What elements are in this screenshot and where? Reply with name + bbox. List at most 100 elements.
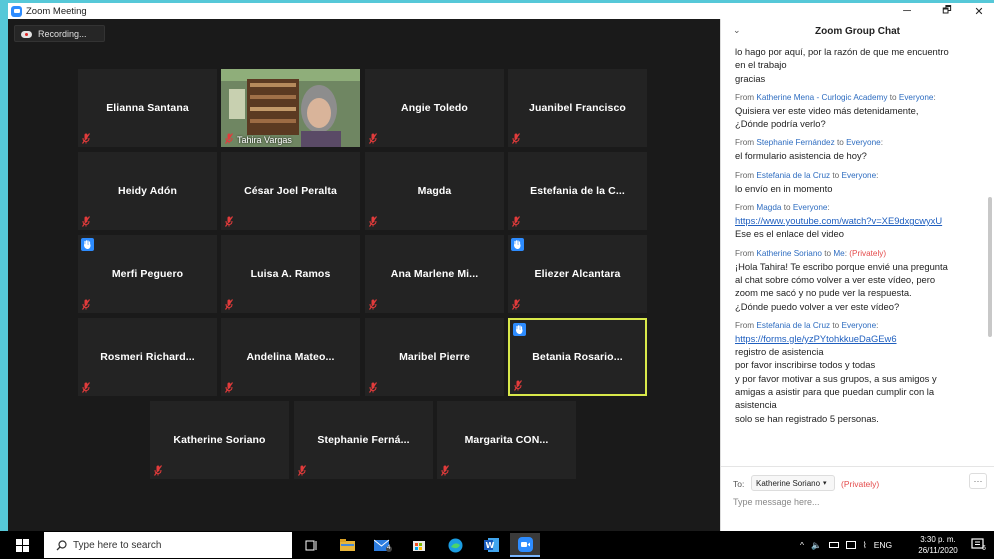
message-recipient: Everyone <box>792 203 828 213</box>
chat-message-list[interactable]: lo hago por aquí, por la razón de que me… <box>721 43 994 463</box>
more-options-button[interactable]: ··· <box>969 473 987 489</box>
muted-mic-icon <box>154 465 162 476</box>
message-text: el formulario asistencia de hoy? <box>735 150 867 162</box>
participant-tile[interactable]: Rosmeri Richard... <box>78 318 217 396</box>
chevron-down-icon[interactable]: ⌄ <box>733 25 741 36</box>
message-link[interactable]: https://forms.gle/yzPYtohkkueDaGEw6 <box>735 332 975 345</box>
participant-tile[interactable]: Margarita CON... <box>437 401 576 479</box>
message-sender[interactable]: Stephanie Fernández <box>756 138 834 147</box>
chevron-up-icon[interactable]: ^ <box>800 540 804 550</box>
message-sender[interactable]: Estefania de la Cruz <box>756 171 830 180</box>
chat-compose: To: Katherine Soriano ▾ (Privately) ··· T… <box>721 466 994 531</box>
message-input[interactable]: Type message here... <box>733 497 973 507</box>
participant-tile[interactable]: Magda <box>365 152 504 230</box>
mail-button[interactable]: 4 <box>368 533 398 557</box>
participant-name: Merfi Peguero <box>111 268 184 280</box>
network-icon[interactable]: ⌇ <box>863 540 867 551</box>
participant-name: Maribel Pierre <box>399 351 470 363</box>
participant-tile[interactable]: Merfi Peguero <box>78 235 217 313</box>
participant-tile[interactable]: César Joel Peralta <box>221 152 360 230</box>
participant-tile[interactable]: Luisa A. Ramos <box>221 235 360 313</box>
participant-tile[interactable]: Katherine Soriano <box>150 401 289 479</box>
to-label: to <box>783 203 791 213</box>
participant-tile[interactable]: Juanibel Francisco <box>508 69 647 147</box>
scroll-thumb[interactable] <box>988 197 992 337</box>
participant-name: Ana Marlene Mi... <box>390 268 479 280</box>
participant-name: Stephanie Ferná... <box>317 434 410 446</box>
gallery-view: Recording... Elianna Santana Tahira Varga… <box>8 19 720 531</box>
recording-indicator[interactable]: Recording... <box>14 25 105 42</box>
message-text: registro de asistencia <box>735 346 824 358</box>
message-meta: From Magda to Everyone: <box>735 203 830 213</box>
message-text: ¡Hola Tahira! Te escribo porque envié un… <box>735 260 948 272</box>
message-meta: From Katherine Soriano to Me: (Privately… <box>735 248 887 258</box>
taskbar-search[interactable]: Type here to search <box>44 532 292 558</box>
participant-tile[interactable]: Maribel Pierre <box>365 318 504 396</box>
participant-tile[interactable]: Stephanie Ferná... <box>294 401 433 479</box>
muted-mic-icon <box>369 133 377 144</box>
participant-tile[interactable]: Betania Rosario... <box>508 318 647 396</box>
file-explorer-button[interactable] <box>332 533 362 557</box>
chevron-down-icon: ▾ <box>823 480 827 487</box>
muted-mic-icon <box>369 299 377 310</box>
muted-mic-icon <box>369 382 377 393</box>
message-sender[interactable]: Katherine Mena - Curlogic Academy <box>756 93 887 102</box>
message-sender[interactable]: Estefania de la Cruz <box>756 321 830 330</box>
chat-message: From Katherine Mena - Curlogic Academy t… <box>735 92 975 131</box>
edge-button[interactable] <box>440 533 470 557</box>
participant-tile[interactable]: Elianna Santana <box>78 69 217 147</box>
message-text: Ese es el enlace del video <box>735 228 844 240</box>
zoom-taskbar-button[interactable] <box>510 533 540 557</box>
start-button[interactable] <box>0 531 44 559</box>
participant-tile[interactable]: Andelina Mateo... <box>221 318 360 396</box>
recipient-select[interactable]: Katherine Soriano ▾ <box>751 475 835 491</box>
from-label: From <box>735 248 755 258</box>
message-text: zoom me sacó y no pude ver la respuesta. <box>735 287 912 299</box>
message-recipient: Everyone <box>841 320 877 330</box>
zoom-app-icon <box>517 536 533 552</box>
maximize-button[interactable]: 🗗 <box>932 3 962 19</box>
message-sender[interactable]: Katherine Soriano <box>756 249 822 258</box>
battery-icon[interactable] <box>828 542 839 548</box>
participant-name: Estefania de la C... <box>530 185 625 197</box>
message-text: y por favor motivar a sus grupos, a sus … <box>735 372 937 384</box>
meeting-now-icon[interactable] <box>845 541 856 549</box>
participant-name: Juanibel Francisco <box>529 102 626 114</box>
taskbar-clock[interactable]: 3:30 p. m. 26/11/2020 <box>910 534 966 556</box>
message-text: gracias <box>735 72 766 84</box>
mail-badge: 4 <box>387 545 391 551</box>
from-label: From <box>735 203 755 213</box>
message-sender[interactable]: Magda <box>756 203 781 212</box>
participant-tile[interactable]: Estefania de la C... <box>508 152 647 230</box>
message-text: Quisiera ver este video más detenidament… <box>735 104 919 116</box>
muted-mic-icon <box>441 465 449 476</box>
task-view-icon <box>305 540 316 550</box>
muted-mic-icon <box>512 133 520 144</box>
participant-tile[interactable]: Eliezer Alcantara <box>508 235 647 313</box>
message-text: amigas a asistir para que puedan cumplir… <box>735 386 935 398</box>
from-label: From <box>735 138 755 148</box>
participant-tile[interactable]: Tahira Vargas <box>221 69 360 147</box>
chat-scrollbar[interactable] <box>987 47 992 347</box>
participant-tile[interactable]: Ana Marlene Mi... <box>365 235 504 313</box>
message-link[interactable]: https://www.youtube.com/watch?v=XE9dxgcw… <box>735 214 975 227</box>
participant-tile[interactable]: Heidy Adón <box>78 152 217 230</box>
message-meta: From Stephanie Fernández to Everyone: <box>735 138 883 148</box>
title-bar[interactable]: Zoom Meeting ─ 🗗 ✕ <box>8 3 994 19</box>
message-text: solo se han registrado 5 personas. <box>735 412 879 424</box>
chat-panel: ⌄ Zoom Group Chat lo hago por aquí, por … <box>720 19 994 531</box>
task-view-button[interactable] <box>296 533 326 557</box>
close-button[interactable]: ✕ <box>964 3 994 19</box>
participant-tile[interactable]: Angie Toledo <box>365 69 504 147</box>
cloud-record-icon <box>21 29 32 38</box>
language-indicator[interactable]: ENG <box>874 540 892 550</box>
word-icon: W <box>483 538 499 552</box>
minimize-button[interactable]: ─ <box>892 3 922 19</box>
word-button[interactable]: W <box>476 533 506 557</box>
message-recipient: Everyone <box>898 92 934 102</box>
private-flag: (Privately) <box>849 248 887 258</box>
chat-message: From Stephanie Fernández to Everyone: el … <box>735 137 975 162</box>
store-button[interactable] <box>404 533 434 557</box>
search-icon <box>56 539 67 550</box>
speaker-icon[interactable]: 🔈 <box>811 540 822 551</box>
